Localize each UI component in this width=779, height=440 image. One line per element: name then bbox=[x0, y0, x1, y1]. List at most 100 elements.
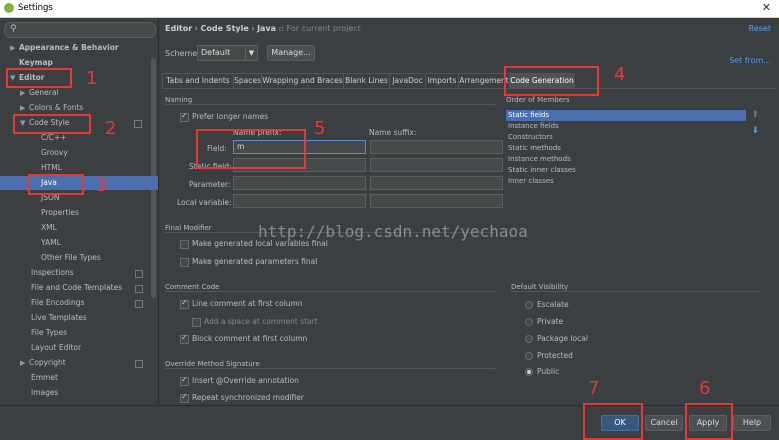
space-at-comment-start-label: Add a space at comment start bbox=[204, 317, 318, 326]
local-variable-suffix-input[interactable] bbox=[370, 194, 503, 208]
parameter-suffix-input[interactable] bbox=[370, 176, 503, 190]
line-comment-first-column-checkbox[interactable] bbox=[180, 298, 189, 309]
tab-wrapping-and-braces[interactable]: Wrapping and Braces bbox=[261, 73, 344, 88]
final-modifier-section-title: Final Modifier bbox=[165, 224, 212, 232]
divider bbox=[511, 291, 761, 292]
sidebar-item-general[interactable]: ▶ General bbox=[20, 86, 59, 100]
dialog-button-bar: OK Cancel Apply Help bbox=[0, 405, 779, 439]
sidebar-item-groovy[interactable]: Groovy bbox=[41, 146, 68, 160]
sidebar-item-copyright[interactable]: ▶ Copyright bbox=[20, 356, 149, 370]
search-input[interactable]: ⚲ bbox=[4, 22, 156, 38]
chevron-right-icon: ▶ bbox=[20, 89, 26, 97]
window-title: Settings bbox=[18, 3, 53, 13]
order-of-members-list[interactable]: Static fields Instance fields Constructo… bbox=[504, 108, 746, 248]
sidebar-item-label: Properties bbox=[41, 208, 79, 217]
sidebar-item-html[interactable]: HTML bbox=[41, 161, 62, 175]
sidebar-item-label: Inspections bbox=[31, 268, 74, 277]
list-item[interactable]: Inner classes bbox=[506, 176, 746, 187]
name-suffix-header: Name suffix: bbox=[369, 128, 417, 137]
sidebar-item-label: C/C++ bbox=[41, 133, 67, 142]
annotation-box-ok bbox=[583, 403, 643, 440]
annotation-number: 4 bbox=[614, 64, 626, 85]
reset-link[interactable]: Reset bbox=[749, 24, 771, 33]
sidebar-item-yaml[interactable]: YAML bbox=[41, 236, 61, 250]
move-up-icon[interactable]: ⬆ bbox=[751, 110, 759, 120]
window-titlebar: Settings ✕ bbox=[0, 0, 779, 18]
sidebar-item-file-code-templates[interactable]: File and Code Templates bbox=[31, 281, 149, 295]
tab-blank-lines[interactable]: Blank Lines bbox=[343, 73, 390, 88]
annotation-box-java bbox=[28, 174, 84, 195]
sidebar-item-other-file-types[interactable]: Other File Types bbox=[41, 251, 101, 265]
breadcrumb-editor: Editor bbox=[165, 24, 193, 33]
project-scope-icon bbox=[134, 120, 142, 128]
settings-main-panel: Editor › Code Style › Java ▫ For current… bbox=[159, 18, 779, 404]
tab-javadoc[interactable]: JavaDoc bbox=[389, 73, 426, 88]
naming-section-title: Naming bbox=[165, 96, 193, 104]
help-button[interactable]: Help bbox=[733, 415, 771, 431]
prefer-longer-names-checkbox[interactable] bbox=[180, 111, 189, 122]
visibility-private-radio[interactable] bbox=[525, 318, 533, 326]
local-variable-prefix-input[interactable] bbox=[233, 194, 366, 208]
sidebar-item-layout-editor[interactable]: Layout Editor bbox=[31, 341, 81, 355]
sidebar-item-live-templates[interactable]: Live Templates bbox=[31, 311, 87, 325]
sidebar-item-xml[interactable]: XML bbox=[41, 221, 57, 235]
sidebar-item-properties[interactable]: Properties bbox=[41, 206, 79, 220]
order-of-members-title: Order of Members bbox=[506, 96, 570, 104]
sidebar-item-label: File and Code Templates bbox=[31, 283, 123, 292]
close-icon[interactable]: ✕ bbox=[762, 1, 771, 14]
space-at-comment-start-checkbox[interactable] bbox=[192, 318, 201, 327]
visibility-escalate-radio[interactable] bbox=[525, 301, 533, 309]
sidebar-item-file-encodings[interactable]: File Encodings bbox=[31, 296, 149, 310]
block-comment-first-column-checkbox[interactable] bbox=[180, 333, 189, 344]
list-item[interactable]: Static methods bbox=[506, 143, 746, 154]
scheme-value: Default bbox=[201, 48, 231, 57]
chevron-down-icon: ▼ bbox=[245, 46, 257, 60]
divider bbox=[165, 368, 495, 369]
annotation-number: 6 bbox=[699, 378, 711, 399]
set-from-link[interactable]: Set from... bbox=[729, 56, 771, 65]
repeat-synchronized-checkbox[interactable] bbox=[180, 392, 189, 403]
visibility-public-label: Public bbox=[537, 367, 560, 376]
sidebar-item-label: Groovy bbox=[41, 148, 68, 157]
list-item[interactable]: Instance fields bbox=[506, 121, 746, 132]
move-down-icon[interactable]: ⬇ bbox=[751, 126, 759, 136]
field-suffix-input[interactable] bbox=[370, 140, 503, 154]
project-scope-icon: ▫ bbox=[278, 24, 285, 33]
insert-override-checkbox[interactable] bbox=[180, 375, 189, 386]
tab-imports[interactable]: Imports bbox=[425, 73, 459, 88]
tab-arrangement[interactable]: Arrangement bbox=[458, 73, 510, 88]
sidebar-item-emmet[interactable]: Emmet bbox=[31, 371, 58, 385]
list-item[interactable]: Static fields bbox=[506, 110, 746, 121]
sidebar-item-file-types[interactable]: File Types bbox=[31, 326, 67, 340]
static-field-suffix-input[interactable] bbox=[370, 158, 503, 172]
project-scope-icon bbox=[135, 270, 143, 278]
list-item[interactable]: Instance methods bbox=[506, 154, 746, 165]
sidebar-item-colors-fonts[interactable]: ▶ Colors & Fonts bbox=[20, 101, 83, 115]
list-item[interactable]: Static inner classes bbox=[506, 165, 746, 176]
default-visibility-title: Default Visibility bbox=[511, 283, 569, 291]
watermark-text: http://blog.csdn.net/yechaoa bbox=[258, 222, 528, 241]
visibility-package-local-radio[interactable] bbox=[525, 335, 533, 343]
list-item[interactable]: Constructors bbox=[506, 132, 746, 143]
tab-tabs-and-indents[interactable]: Tabs and Indents bbox=[162, 73, 234, 88]
divider bbox=[165, 291, 495, 292]
tab-spaces[interactable]: Spaces bbox=[233, 73, 262, 88]
sidebar-item-label: Colors & Fonts bbox=[29, 103, 84, 112]
code-style-tabs: Tabs and Indents Spaces Wrapping and Bra… bbox=[162, 73, 776, 89]
local-variables-final-checkbox[interactable] bbox=[180, 240, 189, 249]
parameters-final-checkbox[interactable] bbox=[180, 258, 189, 267]
scheme-select[interactable]: Default ▼ bbox=[197, 45, 258, 61]
breadcrumb-separator: › bbox=[194, 24, 198, 33]
visibility-protected-radio[interactable] bbox=[525, 352, 533, 360]
annotation-box-field-prefix bbox=[196, 129, 306, 169]
cancel-button[interactable]: Cancel bbox=[645, 415, 683, 431]
visibility-escalate-label: Escalate bbox=[537, 300, 569, 309]
search-icon: ⚲ bbox=[10, 24, 17, 34]
sidebar-item-inspections[interactable]: Inspections bbox=[31, 266, 149, 280]
annotation-number: 2 bbox=[105, 118, 117, 139]
manage-button[interactable]: Manage... bbox=[267, 45, 315, 61]
parameter-prefix-input[interactable] bbox=[233, 176, 366, 190]
sidebar-item-appearance[interactable]: ▶ Appearance & Behavior bbox=[10, 41, 119, 55]
visibility-public-radio[interactable] bbox=[525, 368, 533, 376]
sidebar-item-images[interactable]: Images bbox=[31, 386, 58, 400]
